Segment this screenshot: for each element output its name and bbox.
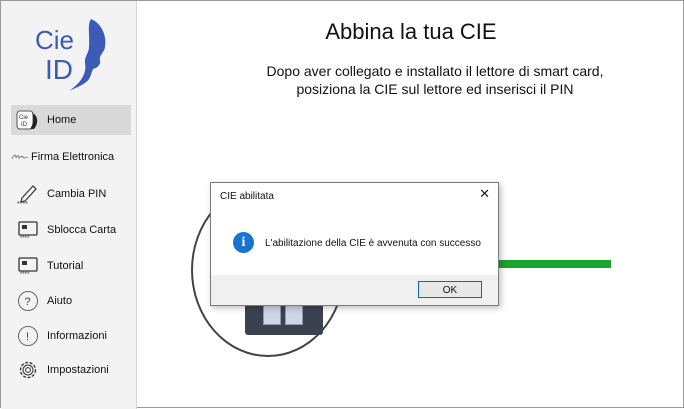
page-subtitle: Dopo aver collegato e installato il lett… [266,63,604,97]
sidebar-item-label: Sblocca Carta [47,224,117,236]
info-circle-icon: i [233,232,254,253]
sidebar-item-informazioni[interactable]: ! Informazioni [11,321,131,351]
sidebar-item-sblocca-carta[interactable]: **** Sblocca Carta [11,215,131,245]
cie-id-logo: Cie ID [35,19,106,91]
svg-text:****: **** [20,236,30,240]
svg-text:Cie: Cie [35,25,74,55]
help-icon: ? [15,288,41,314]
sidebar-item-label: Informazioni [47,330,107,342]
card-photo [285,305,303,325]
sidebar-item-tutorial[interactable]: **** Tutorial [11,251,131,281]
dialog-message: L'abilitazione della CIE è avvenuta con … [265,238,481,249]
signature-icon [11,144,29,170]
svg-text:ID: ID [45,54,73,85]
dialog-footer: OK [211,275,498,305]
sidebar-item-label: Tutorial [47,260,84,272]
home-card-icon: Cie ID [15,107,41,133]
svg-text:?: ? [25,296,31,308]
pen-pin-icon: **** [15,181,41,207]
close-icon[interactable]: ✕ [479,186,490,202]
sidebar-item-impostazioni[interactable]: Impostazioni [11,355,131,385]
sidebar-item-label: Aiuto [47,295,73,307]
tutorial-icon: **** [15,253,41,279]
svg-text:Cie: Cie [19,115,29,121]
sidebar-item-firma-elettronica[interactable]: Firma Elettronica [11,142,131,172]
info-icon: ! [15,323,41,349]
app-window: Cie ID Cie ID Home Firma Elettronica ***… [0,0,684,409]
svg-text:ID: ID [21,122,28,128]
sidebar-item-aiuto[interactable]: ? Aiuto [11,286,131,316]
progress-bar [497,260,611,268]
sidebar-item-home[interactable]: Cie ID Home [11,105,131,135]
sidebar-item-label: Cambia PIN [47,188,107,200]
dialog-title: CIE abilitata [220,191,274,202]
sidebar-item-label: Home [47,114,77,126]
card-chip [263,305,281,325]
sidebar: Cie ID Cie ID Home Firma Elettronica ***… [1,1,137,409]
svg-text:****: **** [20,272,30,276]
svg-text:!: ! [26,331,29,343]
gear-icon [15,357,41,383]
svg-text:****: **** [17,201,28,206]
cie-enabled-dialog: CIE abilitata ✕ i L'abilitazione della C… [210,182,499,306]
ok-button[interactable]: OK [418,281,482,298]
card-unlock-icon: **** [15,217,41,243]
sidebar-item-label: Impostazioni [47,364,109,376]
page-title: Abbina la tua CIE [325,19,497,44]
sidebar-item-label: Firma Elettronica [31,151,115,163]
sidebar-item-cambia-pin[interactable]: **** Cambia PIN [11,179,131,209]
